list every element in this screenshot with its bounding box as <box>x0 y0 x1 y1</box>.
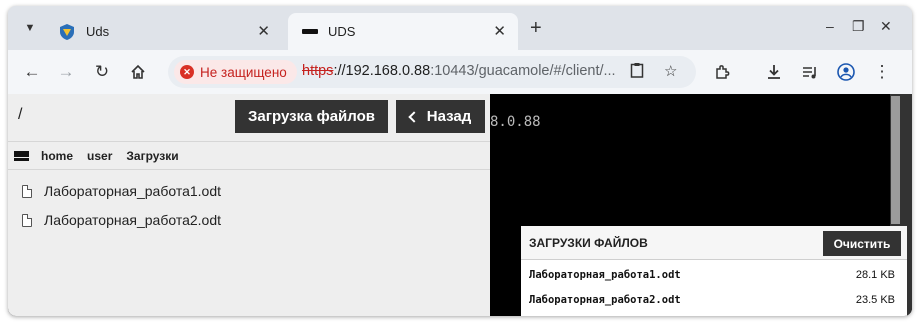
tab-strip: ▼ Uds ✕ UDS ✕ + – ❐ ✕ <box>8 6 912 50</box>
url-scheme: https <box>302 63 334 79</box>
address-bar[interactable]: ✕ Не защищено https://192.168.0.88:10443… <box>168 56 696 88</box>
console-icon <box>302 29 318 34</box>
file-name: Лабораторная_работа2.odt <box>44 212 222 228</box>
tab-uds-active[interactable]: UDS ✕ <box>288 13 518 50</box>
drive-icon[interactable] <box>14 150 29 161</box>
back-button[interactable]: Назад <box>396 100 485 133</box>
chevron-left-icon <box>408 111 420 123</box>
tab-label: UDS <box>328 24 356 39</box>
bookmark-star-icon[interactable]: ☆ <box>664 62 677 80</box>
download-row[interactable]: Лабораторная_работа2.odt 23.5 KB <box>521 291 907 311</box>
current-path: / <box>18 106 23 123</box>
download-icon[interactable] <box>762 60 786 84</box>
clear-downloads-button[interactable]: Очистить <box>823 231 901 256</box>
file-icon <box>22 184 32 198</box>
download-file-name: Лабораторная_работа2.odt <box>529 294 681 306</box>
tab-label: Uds <box>86 24 110 39</box>
reload-icon[interactable]: ↻ <box>90 60 114 84</box>
terminal-text: 8.0.88 <box>490 114 541 130</box>
downloads-panel: ЗАГРУЗКИ ФАЙЛОВ Очистить Лабораторная_ра… <box>521 226 907 316</box>
new-tab-icon[interactable]: + <box>530 17 542 40</box>
downloads-title: ЗАГРУЗКИ ФАЙЛОВ <box>529 236 648 250</box>
profile-avatar-icon[interactable] <box>834 60 858 84</box>
media-control-icon[interactable] <box>798 60 822 84</box>
url-path: :10443/guacamole/#/client/... <box>430 63 616 79</box>
upload-files-button[interactable]: Загрузка файлов <box>235 100 388 133</box>
security-warning-chip[interactable]: ✕ Не защищено <box>174 60 297 84</box>
back-button-label: Назад <box>426 108 472 125</box>
page-content: / Загрузка файлов Назад home user Загруз… <box>8 94 912 316</box>
tab-search-icon[interactable]: ▼ <box>18 16 42 40</box>
breadcrumb: home user Загрузки <box>8 141 490 170</box>
security-chip-label: Не защищено <box>200 64 287 80</box>
minimize-icon[interactable]: – <box>826 18 834 34</box>
download-file-size: 28.1 KB <box>855 269 895 281</box>
browser-window: ▼ Uds ✕ UDS ✕ + – ❐ ✕ ← → ↻ ✕ Не защищен… <box>8 6 912 316</box>
url-text[interactable]: https://192.168.0.88:10443/guacamole/#/c… <box>302 63 616 79</box>
home-icon[interactable] <box>126 60 150 84</box>
file-item[interactable]: Лабораторная_работа1.odt <box>22 181 221 201</box>
breadcrumb-home[interactable]: home <box>41 149 73 163</box>
downloads-header: ЗАГРУЗКИ ФАЙЛОВ Очистить <box>521 226 907 260</box>
file-icon <box>22 213 32 227</box>
download-file-size: 23.5 KB <box>855 294 895 306</box>
download-file-name: Лабораторная_работа1.odt <box>529 269 681 281</box>
tab-uds[interactable]: Uds ✕ <box>46 13 282 50</box>
warning-icon: ✕ <box>180 65 194 79</box>
kebab-menu-icon[interactable]: ⋮ <box>870 60 894 84</box>
scrollbar-thumb[interactable] <box>891 96 900 224</box>
download-row[interactable]: Лабораторная_работа1.odt 28.1 KB <box>521 266 907 286</box>
close-tab-icon[interactable]: ✕ <box>493 22 506 40</box>
extensions-icon[interactable] <box>710 60 734 84</box>
file-name: Лабораторная_работа1.odt <box>44 183 222 199</box>
close-tab-icon[interactable]: ✕ <box>257 22 270 40</box>
breadcrumb-downloads[interactable]: Загрузки <box>126 149 178 163</box>
uds-logo-icon <box>60 23 74 40</box>
clipboard-icon[interactable] <box>630 62 644 82</box>
browser-toolbar: ← → ↻ ✕ Не защищено https://192.168.0.88… <box>8 50 912 94</box>
forward-arrow-icon[interactable]: → <box>54 60 78 84</box>
restore-icon[interactable]: ❐ <box>852 18 865 35</box>
file-manager-panel: / Загрузка файлов Назад home user Загруз… <box>8 94 490 316</box>
close-window-icon[interactable]: ✕ <box>880 18 892 35</box>
breadcrumb-user[interactable]: user <box>87 149 112 163</box>
url-host: ://192.168.0.88 <box>333 63 431 79</box>
back-arrow-icon[interactable]: ← <box>20 60 44 84</box>
file-item[interactable]: Лабораторная_работа2.odt <box>22 210 221 230</box>
